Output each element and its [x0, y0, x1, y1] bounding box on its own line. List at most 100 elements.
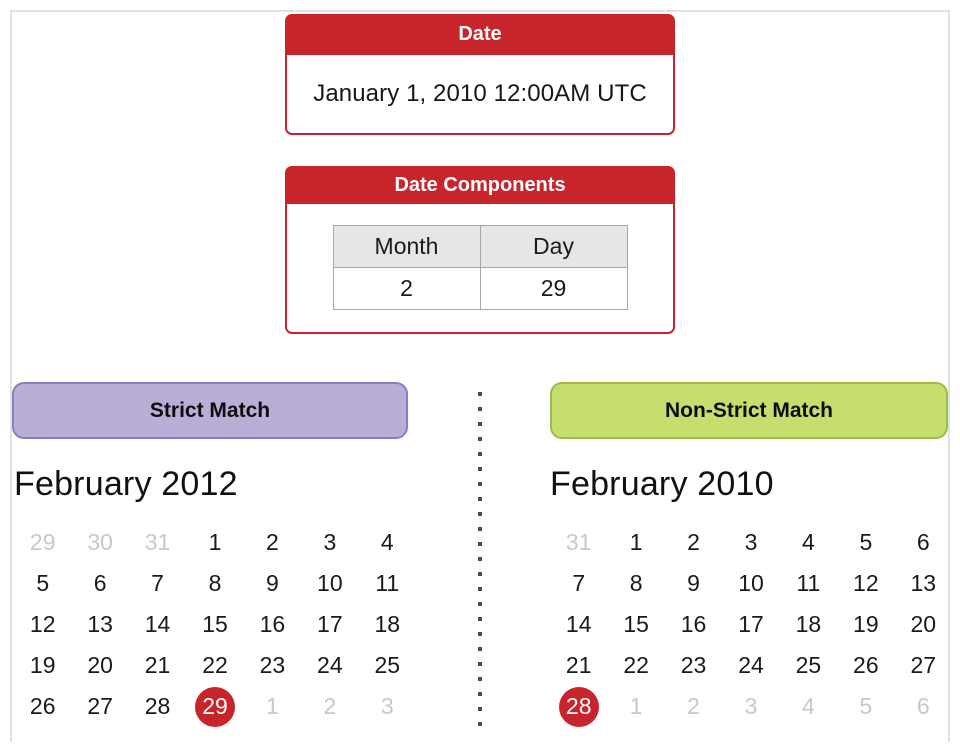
calendar-day[interactable]: 20 [895, 604, 952, 645]
calendar-day[interactable]: 21 [550, 645, 607, 686]
calendar-day[interactable]: 19 [14, 645, 71, 686]
calendar-day[interactable]: 5 [14, 563, 71, 604]
calendar-day[interactable]: 18 [780, 604, 837, 645]
calendar-day[interactable]: 2 [244, 522, 301, 563]
calendar-day[interactable]: 14 [550, 604, 607, 645]
calendar-day[interactable]: 9 [244, 563, 301, 604]
calendar-day[interactable]: 2 [665, 522, 722, 563]
calendar-day[interactable]: 11 [359, 563, 416, 604]
calendar-day-label: 3 [380, 693, 394, 719]
calendar-day[interactable]: 12 [14, 604, 71, 645]
calendar-day[interactable]: 22 [186, 645, 243, 686]
calendar-day[interactable]: 17 [301, 604, 358, 645]
calendar-day-label: 8 [208, 570, 222, 596]
calendar-day[interactable]: 4 [359, 522, 416, 563]
calendar-day[interactable]: 3 [722, 686, 779, 727]
calendar-day[interactable]: 12 [837, 563, 894, 604]
date-components-table: Month Day 2 29 [332, 224, 628, 310]
calendar-day[interactable]: 10 [722, 563, 779, 604]
calendar-day[interactable]: 4 [780, 522, 837, 563]
calendar-day[interactable]: 1 [607, 522, 664, 563]
calendar-day[interactable]: 21 [129, 645, 186, 686]
calendar-day-label: 10 [317, 570, 343, 596]
calendar-day-label: 29 [29, 529, 56, 555]
strict-match-calendar: February 2012 29 30 31 1 2 3 4 5 6 7 8 9 10 11 12 13 14 1… [14, 462, 416, 727]
calendar-day-label: 23 [680, 652, 707, 678]
calendar-day[interactable]: 8 [607, 563, 664, 604]
calendar-day[interactable]: 8 [186, 563, 243, 604]
calendar-day[interactable]: 16 [244, 604, 301, 645]
calendar-day-label: 30 [87, 529, 113, 555]
column-header-month: Month [332, 224, 481, 268]
calendar-day[interactable]: 23 [665, 645, 722, 686]
calendar-day-label: 28 [565, 693, 592, 719]
calendar-day[interactable]: 24 [722, 645, 779, 686]
strict-match-pill: Strict Match [12, 382, 408, 439]
calendar-day[interactable]: 4 [780, 686, 837, 727]
calendar-day-label: 7 [572, 570, 586, 596]
calendar-day[interactable]: 27 [71, 686, 128, 727]
calendar-day[interactable]: 14 [129, 604, 186, 645]
calendar-day[interactable]: 25 [780, 645, 837, 686]
calendar-day-label: 6 [916, 529, 930, 555]
date-components-card-body: Month Day 2 29 [285, 204, 675, 334]
calendar-day[interactable]: 23 [244, 645, 301, 686]
calendar-day[interactable]: 25 [359, 645, 416, 686]
table-header-row: Month Day [332, 224, 628, 268]
calendar-day[interactable]: 3 [722, 522, 779, 563]
calendar-day[interactable]: 13 [71, 604, 128, 645]
calendar-day[interactable]: 30 [71, 522, 128, 563]
calendar-day[interactable]: 20 [71, 645, 128, 686]
calendar-day[interactable]: 31 [550, 522, 607, 563]
calendar-day[interactable]: 27 [895, 645, 952, 686]
calendar-day[interactable]: 26 [837, 645, 894, 686]
calendar-day[interactable]: 15 [607, 604, 664, 645]
calendar-day[interactable]: 7 [550, 563, 607, 604]
calendar-day[interactable]: 24 [301, 645, 358, 686]
calendar-day-label: 22 [202, 652, 228, 678]
calendar-day[interactable]: 9 [665, 563, 722, 604]
calendar-day[interactable]: 22 [607, 645, 664, 686]
calendar-day[interactable]: 1 [244, 686, 301, 727]
calendar-day[interactable]: 1 [607, 686, 664, 727]
calendar-day[interactable]: 26 [14, 686, 71, 727]
calendar-day-selected[interactable]: 29 [186, 686, 243, 727]
calendar-day-label: 2 [323, 693, 337, 719]
calendar-day[interactable]: 19 [837, 604, 894, 645]
calendar-day[interactable]: 31 [129, 522, 186, 563]
calendar-day[interactable]: 28 [129, 686, 186, 727]
calendar-day[interactable]: 16 [665, 604, 722, 645]
calendar-day-label: 7 [151, 570, 164, 596]
calendar-day-label: 5 [859, 693, 873, 719]
calendar-day[interactable]: 15 [186, 604, 243, 645]
non-strict-calendar-title: February 2010 [550, 465, 774, 503]
calendar-day-label: 23 [259, 652, 286, 678]
calendar-day-label: 5 [36, 570, 50, 596]
calendar-day[interactable]: 13 [895, 563, 952, 604]
calendar-day[interactable]: 17 [722, 604, 779, 645]
calendar-day[interactable]: 18 [359, 604, 416, 645]
calendar-day[interactable]: 11 [780, 563, 837, 604]
calendar-day[interactable]: 6 [895, 522, 952, 563]
calendar-day[interactable]: 1 [186, 522, 243, 563]
calendar-day-label: 17 [738, 611, 764, 637]
non-strict-calendar-grid: 31 1 2 3 4 5 6 7 8 9 10 11 12 13 14 15 16 17 18 19 20 21 22 23 2… [550, 522, 952, 727]
calendar-day-label: 2 [687, 693, 700, 719]
calendar-day[interactable]: 2 [665, 686, 722, 727]
calendar-day[interactable]: 2 [301, 686, 358, 727]
calendar-day[interactable]: 6 [895, 686, 952, 727]
calendar-day[interactable]: 5 [837, 522, 894, 563]
non-strict-match-pill: Non-Strict Match [550, 382, 948, 439]
calendar-day[interactable]: 3 [359, 686, 416, 727]
calendar-day[interactable]: 6 [71, 563, 128, 604]
calendar-day[interactable]: 10 [301, 563, 358, 604]
calendar-day-selected[interactable]: 28 [550, 686, 607, 727]
calendar-day[interactable]: 3 [301, 522, 358, 563]
column-header-day: Day [479, 224, 628, 268]
calendar-day-label: 4 [802, 529, 815, 555]
calendar-day-label: 1 [629, 529, 643, 555]
calendar-day[interactable]: 5 [837, 686, 894, 727]
calendar-day-label: 24 [738, 652, 764, 678]
calendar-day[interactable]: 29 [14, 522, 71, 563]
calendar-day[interactable]: 7 [129, 563, 186, 604]
